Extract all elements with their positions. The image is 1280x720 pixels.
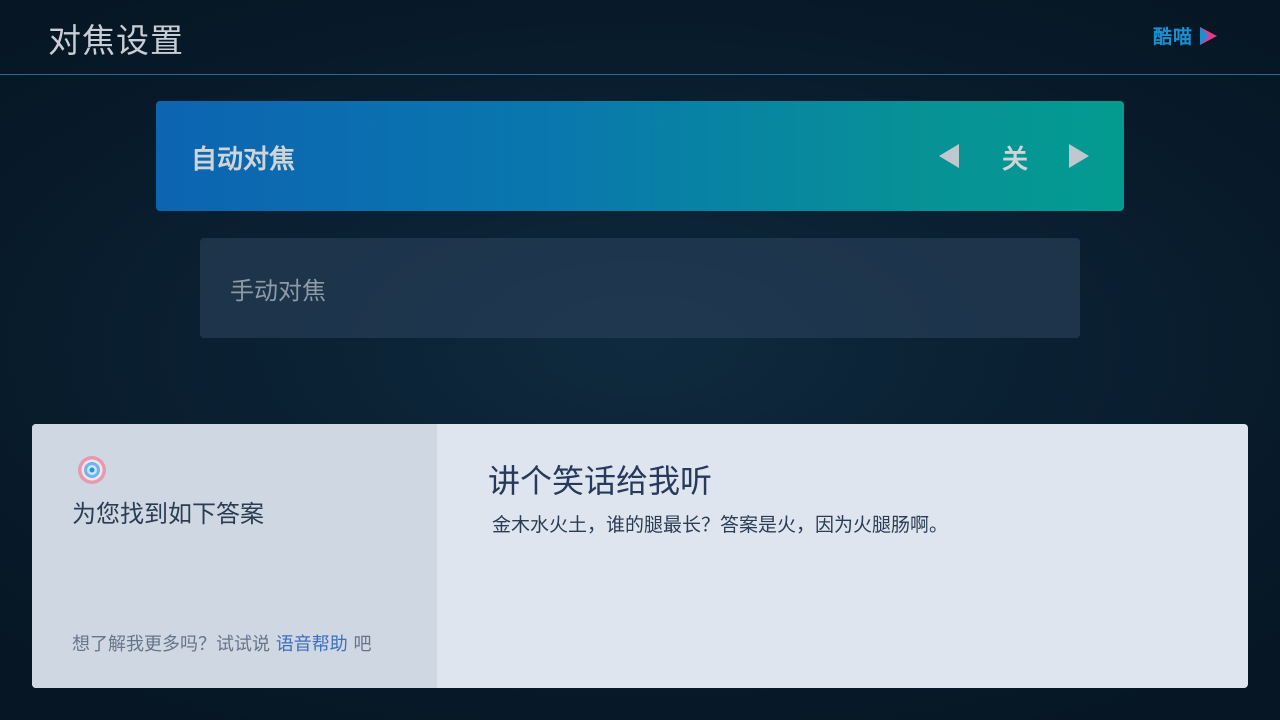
voice-assistant-panel: 为您找到如下答案 想了解我更多吗？试试说 语音帮助 吧 讲个笑话给我听 金木水火…: [32, 424, 1248, 688]
voice-help-hint: 想了解我更多吗？试试说 语音帮助 吧: [72, 630, 371, 656]
play-triangle-logo-icon: [1200, 26, 1218, 45]
hint-prefix: 想了解我更多吗？试试说: [72, 634, 270, 655]
auto-focus-value: 关: [1002, 145, 1029, 175]
app-logo: 酷喵: [1153, 22, 1219, 49]
auto-focus-label: 自动对焦: [191, 145, 296, 175]
voice-assistant-icon: [78, 456, 106, 484]
voice-answer: 金木水火土，谁的腿最长？答案是火，因为火腿肠啊。: [492, 514, 949, 536]
voice-assistant-status-area: 为您找到如下答案 想了解我更多吗？试试说 语音帮助 吧: [32, 424, 437, 688]
logo-text: 酷喵: [1153, 26, 1194, 48]
auto-focus-option[interactable]: 自动对焦 关: [156, 101, 1124, 211]
header-divider: [0, 74, 1280, 75]
manual-focus-label: 手动对焦: [230, 277, 326, 305]
answer-found-text: 为您找到如下答案: [72, 500, 264, 528]
arrow-right-icon[interactable]: [1068, 143, 1090, 169]
voice-query: 讲个笑话给我听: [488, 462, 713, 500]
arrow-left-icon[interactable]: [938, 143, 960, 169]
hint-suffix: 吧: [353, 634, 372, 655]
voice-help-link[interactable]: 语音帮助: [276, 634, 348, 655]
manual-focus-option[interactable]: 手动对焦: [200, 238, 1080, 338]
page-title: 对焦设置: [48, 21, 184, 60]
